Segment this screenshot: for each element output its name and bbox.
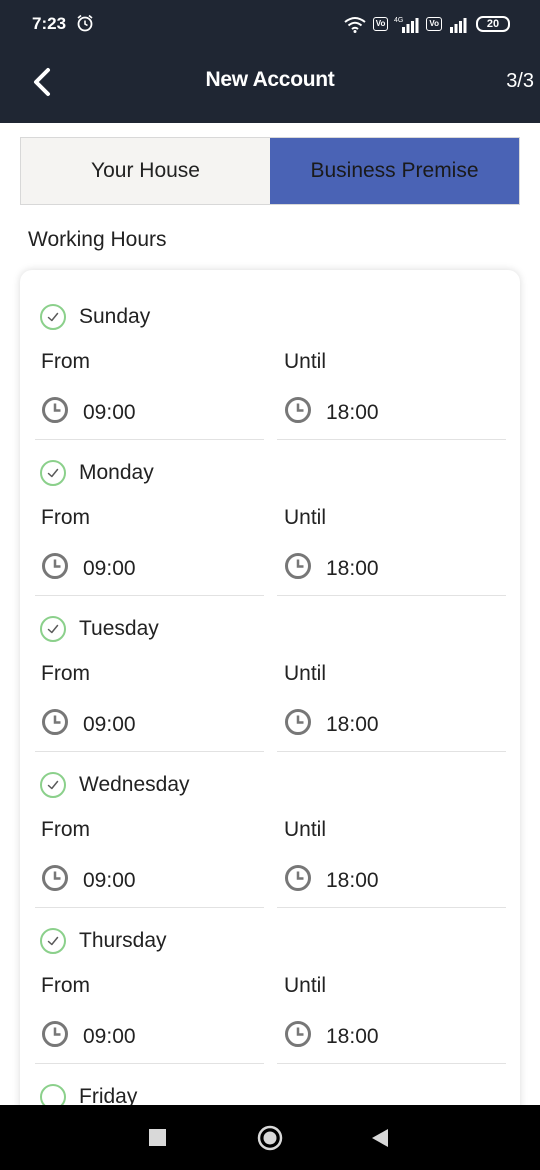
day-name: Wednesday [79, 773, 190, 796]
tab-your-house[interactable]: Your House [21, 138, 270, 204]
from-column: From 09:00 [41, 818, 271, 892]
clock-icon [41, 708, 69, 741]
from-column: From 09:00 [41, 662, 271, 736]
day-name: Tuesday [79, 617, 159, 640]
working-hours-label: Working Hours [28, 228, 167, 251]
from-column: From 09:00 [41, 350, 271, 424]
tab-business-premise[interactable]: Business Premise [270, 138, 519, 204]
status-icons: Vo 4G Vo 20 [343, 14, 510, 34]
until-time-field[interactable]: 18:00 [284, 708, 379, 741]
until-column: Until 18:00 [284, 974, 514, 1048]
until-label: Until [284, 350, 327, 373]
until-time-field[interactable]: 18:00 [284, 864, 379, 897]
system-nav-bar [0, 1105, 540, 1170]
from-label: From [41, 662, 90, 685]
from-column: From 09:00 [41, 506, 271, 580]
until-column: Until 18:00 [284, 818, 514, 892]
back-button[interactable] [371, 1128, 389, 1148]
day-header[interactable]: Thursday [40, 928, 167, 954]
from-time-value: 09:00 [83, 556, 136, 580]
until-time-field[interactable]: 18:00 [284, 552, 379, 585]
clock-icon [284, 864, 312, 897]
until-time-field[interactable]: 18:00 [284, 396, 379, 429]
clock-icon [41, 864, 69, 897]
clock-icon [284, 552, 312, 585]
from-time-field[interactable]: 09:00 [41, 396, 136, 429]
page-title: New Account [205, 68, 335, 91]
status-bar: 7:23 Vo 4G Vo 20 [0, 0, 540, 50]
clock-icon [284, 1020, 312, 1053]
day-header[interactable]: Wednesday [40, 772, 190, 798]
day-name: Sunday [79, 305, 151, 328]
day-row: Monday From 09:00 Until 18:00 [20, 426, 520, 596]
check-circle-icon[interactable] [40, 772, 66, 798]
until-time-value: 18:00 [326, 556, 379, 580]
volte-icon-2: Vo [426, 17, 442, 31]
check-circle-icon[interactable] [40, 460, 66, 486]
status-time: 7:23 [32, 14, 67, 33]
day-row: Sunday From 09:00 Until 18:00 [20, 270, 520, 440]
day-header[interactable]: Tuesday [40, 616, 159, 642]
day-row: Tuesday From 09:00 Until 18:00 [20, 582, 520, 752]
check-circle-icon[interactable] [40, 928, 66, 954]
clock-icon [41, 552, 69, 585]
until-time-field[interactable]: 18:00 [284, 1020, 379, 1053]
working-hours-card: Sunday From 09:00 Until 18:00 Monday From 09:00… [20, 270, 520, 1170]
recents-button[interactable] [149, 1129, 166, 1146]
check-circle-icon[interactable] [40, 616, 66, 642]
from-time-value: 09:00 [83, 868, 136, 892]
battery-icon: 20 [476, 16, 510, 32]
until-column: Until 18:00 [284, 662, 514, 736]
from-time-value: 09:00 [83, 400, 136, 424]
from-time-value: 09:00 [83, 712, 136, 736]
clock-icon [41, 1020, 69, 1053]
until-label: Until [284, 506, 327, 529]
home-button[interactable] [257, 1125, 283, 1151]
from-time-value: 09:00 [83, 1024, 136, 1048]
until-column: Until 18:00 [284, 506, 514, 580]
from-label: From [41, 506, 90, 529]
from-label: From [41, 974, 90, 997]
premise-tabs: Your House Business Premise [20, 137, 520, 205]
day-name: Monday [79, 461, 154, 484]
top-bar: 7:23 Vo 4G Vo 20 New Account 3/3 [0, 0, 540, 123]
until-label: Until [284, 818, 327, 841]
check-circle-icon[interactable] [40, 304, 66, 330]
volte-icon: Vo [372, 17, 389, 31]
signal-icon-2 [450, 18, 467, 33]
day-header[interactable]: Monday [40, 460, 154, 486]
step-indicator: 3/3 [506, 70, 534, 92]
day-row: Wednesday From 09:00 Until 18:00 [20, 738, 520, 908]
from-time-field[interactable]: 09:00 [41, 552, 136, 585]
app-bar: New Account 3/3 [0, 50, 540, 123]
from-label: From [41, 350, 90, 373]
clock-icon [41, 396, 69, 429]
day-name: Thursday [79, 929, 167, 952]
day-header[interactable]: Sunday [40, 304, 150, 330]
alarm-icon [77, 14, 93, 32]
until-time-value: 18:00 [326, 1024, 379, 1048]
until-label: Until [284, 974, 327, 997]
until-time-value: 18:00 [326, 868, 379, 892]
from-time-field[interactable]: 09:00 [41, 708, 136, 741]
until-time-value: 18:00 [326, 400, 379, 424]
until-column: Until 18:00 [284, 350, 514, 424]
from-time-field[interactable]: 09:00 [41, 864, 136, 897]
from-label: From [41, 818, 90, 841]
svg-text:4G: 4G [394, 17, 403, 24]
clock-icon [284, 396, 312, 429]
until-time-value: 18:00 [326, 712, 379, 736]
signal-icon: 4G [394, 17, 419, 33]
from-column: From 09:00 [41, 974, 271, 1048]
wifi-icon [344, 17, 366, 33]
clock-icon [284, 708, 312, 741]
day-row: Thursday From 09:00 Until 18:00 [20, 894, 520, 1064]
until-label: Until [284, 662, 327, 685]
from-time-field[interactable]: 09:00 [41, 1020, 136, 1053]
